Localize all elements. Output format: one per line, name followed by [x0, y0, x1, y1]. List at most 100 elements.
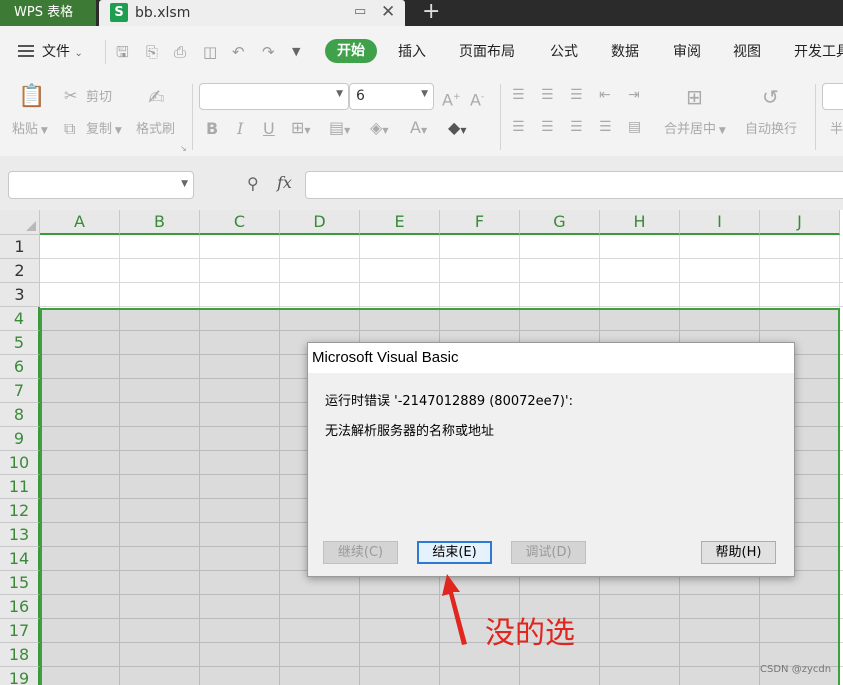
italic-button[interactable]: I: [237, 120, 243, 138]
new-tab-icon[interactable]: +: [422, 0, 440, 25]
customize-toolbar-chevron-icon[interactable]: ▼: [292, 42, 300, 62]
increase-indent-icon[interactable]: ⇥: [628, 86, 640, 104]
end-button[interactable]: 结束(E): [417, 541, 492, 564]
justify-icon[interactable]: ☰: [599, 118, 612, 136]
number-format-select[interactable]: [822, 83, 843, 110]
chevron-down-icon: ▼: [421, 89, 428, 99]
column-header-e[interactable]: E: [360, 210, 440, 235]
format-painter-icon[interactable]: ✍: [148, 87, 165, 107]
row-header-3[interactable]: 3: [0, 283, 40, 307]
column-header-b[interactable]: B: [120, 210, 200, 235]
bold-button[interactable]: B: [206, 120, 218, 138]
tab-insert[interactable]: 插入: [398, 42, 426, 62]
increase-font-icon[interactable]: A+: [442, 88, 461, 109]
decrease-font-icon[interactable]: A-: [470, 88, 484, 109]
cell-style-icon[interactable]: ▤▼: [329, 119, 350, 140]
align-right-icon[interactable]: ☰: [570, 118, 583, 136]
format-painter-button[interactable]: 格式刷: [136, 121, 175, 139]
redo-icon[interactable]: ↷: [262, 42, 275, 62]
cut-button[interactable]: 剪切: [86, 89, 112, 107]
row-header-2[interactable]: 2: [0, 259, 40, 283]
wrap-text-icon[interactable]: ↺: [762, 87, 779, 107]
row-header-13[interactable]: 13: [0, 523, 40, 547]
align-top-icon[interactable]: ☰: [512, 86, 525, 104]
fill-color-icon[interactable]: ◈▼: [370, 119, 388, 140]
row-header-10[interactable]: 10: [0, 451, 40, 475]
row-header-7[interactable]: 7: [0, 379, 40, 403]
row-header-8[interactable]: 8: [0, 403, 40, 427]
row-header-19[interactable]: 19: [0, 667, 40, 685]
decrease-indent-icon[interactable]: ⇤: [599, 86, 611, 104]
row-header-15[interactable]: 15: [0, 571, 40, 595]
wrap-text-button[interactable]: 自动换行: [745, 121, 797, 139]
row-header-5[interactable]: 5: [0, 331, 40, 355]
print-icon[interactable]: ⎙: [174, 42, 186, 62]
copy-button[interactable]: 复制 ▼: [86, 121, 122, 140]
column-header-i[interactable]: I: [680, 210, 760, 235]
tab-home[interactable]: 开始: [325, 39, 377, 63]
menu-file[interactable]: 文件 ⌄: [42, 42, 83, 64]
row-header-12[interactable]: 12: [0, 499, 40, 523]
align-center-icon[interactable]: ☰: [541, 118, 554, 136]
formula-input[interactable]: [305, 171, 843, 199]
column-header-j[interactable]: J: [760, 210, 840, 235]
print-preview-icon[interactable]: ◫: [203, 42, 217, 62]
name-box[interactable]: ▼: [8, 171, 194, 199]
insert-function-button[interactable]: fx: [277, 173, 292, 192]
row-header-6[interactable]: 6: [0, 355, 40, 379]
align-left-icon[interactable]: ☰: [512, 118, 525, 136]
paste-button[interactable]: 粘贴 ▼: [12, 121, 48, 140]
clipboard-launcher-icon[interactable]: ↘: [180, 144, 187, 153]
distributed-icon[interactable]: ▤: [628, 118, 641, 136]
align-bottom-icon[interactable]: ☰: [570, 86, 583, 104]
column-header-c[interactable]: C: [200, 210, 280, 235]
close-tab-icon[interactable]: ✕: [381, 2, 395, 22]
tab-data[interactable]: 数据: [611, 42, 639, 62]
zoom-icon[interactable]: ⚲: [247, 174, 259, 193]
export-pdf-icon[interactable]: ⎘: [146, 42, 158, 62]
font-color-icon[interactable]: A▼: [410, 119, 427, 140]
annotation-text: 没的选: [485, 616, 575, 651]
font-size-select[interactable]: 6 ▼: [349, 83, 434, 110]
row-header-14[interactable]: 14: [0, 547, 40, 571]
underline-button[interactable]: U: [263, 120, 275, 138]
column-header-h[interactable]: H: [600, 210, 680, 235]
row-header-16[interactable]: 16: [0, 595, 40, 619]
tab-formulas[interactable]: 公式: [550, 42, 578, 62]
merge-cells-icon[interactable]: ⊞: [686, 87, 703, 107]
tab-review[interactable]: 审阅: [673, 42, 701, 62]
tab-wps-home[interactable]: WPS 表格: [0, 0, 96, 26]
scissors-icon[interactable]: ✂: [64, 87, 77, 105]
paste-icon[interactable]: 📋: [18, 86, 45, 108]
tab-page-layout[interactable]: 页面布局: [459, 42, 515, 62]
continue-button[interactable]: 继续(C): [323, 541, 398, 564]
tab-developer[interactable]: 开发工具: [794, 42, 843, 62]
row-header-17[interactable]: 17: [0, 619, 40, 643]
undo-icon[interactable]: ↶: [232, 42, 245, 62]
save-icon[interactable]: 🖫: [116, 42, 129, 62]
row-header-1[interactable]: 1: [0, 235, 40, 259]
borders-icon[interactable]: ⊞▼: [291, 119, 311, 140]
tab-view[interactable]: 视图: [733, 42, 761, 62]
debug-button[interactable]: 调试(D): [511, 541, 586, 564]
row-header-18[interactable]: 18: [0, 643, 40, 667]
hamburger-menu-icon[interactable]: [18, 45, 34, 57]
error-description: 无法解析服务器的名称或地址: [325, 424, 495, 439]
tab-workbook[interactable]: S bb.xlsm ▭ ✕: [99, 0, 405, 26]
column-header-g[interactable]: G: [520, 210, 600, 235]
copy-icon[interactable]: ⧉: [64, 120, 75, 138]
font-name-select[interactable]: ▼: [199, 83, 349, 110]
row-header-11[interactable]: 11: [0, 475, 40, 499]
row-header-9[interactable]: 9: [0, 427, 40, 451]
row-header-4[interactable]: 4: [0, 307, 40, 331]
clear-format-icon[interactable]: ◆▼: [448, 119, 466, 140]
merge-center-button[interactable]: 合并居中 ▼: [664, 121, 726, 140]
help-button[interactable]: 帮助(H): [701, 541, 776, 564]
column-header-f[interactable]: F: [440, 210, 520, 235]
align-middle-icon[interactable]: ☰: [541, 86, 554, 104]
column-header-a[interactable]: A: [40, 210, 120, 235]
select-all-corner[interactable]: [0, 210, 40, 235]
chevron-down-icon: ▼: [181, 179, 188, 189]
column-header-d[interactable]: D: [280, 210, 360, 235]
pin-window-icon[interactable]: ▭: [354, 4, 370, 20]
